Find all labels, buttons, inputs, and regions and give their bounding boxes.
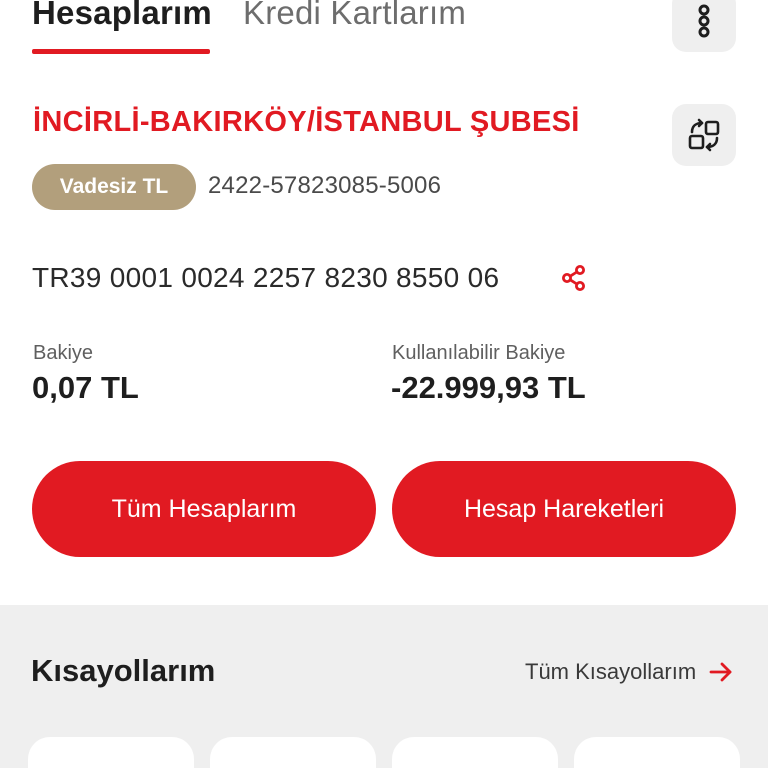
balance-label: Bakiye [33,342,94,364]
available-balance-label: Kullanılabilir Bakiye [392,342,566,364]
tab-kredi-kartlarim[interactable]: Kredi Kartlarım [243,0,466,32]
arrow-right-icon [709,662,732,682]
account-tabs: Hesaplarım Kredi Kartlarım [0,0,768,60]
all-shortcuts-link[interactable]: Tüm Kısayollarım [525,659,734,685]
shortcut-card[interactable] [574,737,740,768]
switch-account-icon [688,118,720,152]
more-vertical-icon [698,4,710,38]
available-balance-value: -22.999,93 TL [391,370,586,405]
shortcut-card[interactable] [392,737,558,768]
tab-hesaplarim[interactable]: Hesaplarım [32,0,212,32]
more-options-button[interactable] [672,0,736,52]
shortcut-card[interactable] [210,737,376,768]
balance-value: 0,07 TL [32,370,139,405]
iban: TR39 0001 0024 2257 8230 8550 06 [32,262,500,293]
branch-name: İNCİRLİ-BAKIRKÖY/İSTANBUL ŞUBESİ [33,106,580,138]
all-accounts-button[interactable]: Tüm Hesaplarım [32,461,376,557]
switch-account-button[interactable] [672,104,736,166]
all-shortcuts-label: Tüm Kısayollarım [525,659,697,684]
shortcuts-section: Kısayollarım Tüm Kısayollarım [0,605,768,768]
active-tab-indicator [32,49,210,54]
share-icon[interactable] [560,264,588,292]
account-type-badge: Vadesiz TL [32,164,196,210]
shortcuts-title: Kısayollarım [31,653,216,688]
account-number: 2422-57823085-5006 [208,172,442,199]
shortcut-card[interactable] [28,737,194,768]
account-transactions-button[interactable]: Hesap Hareketleri [392,461,736,557]
